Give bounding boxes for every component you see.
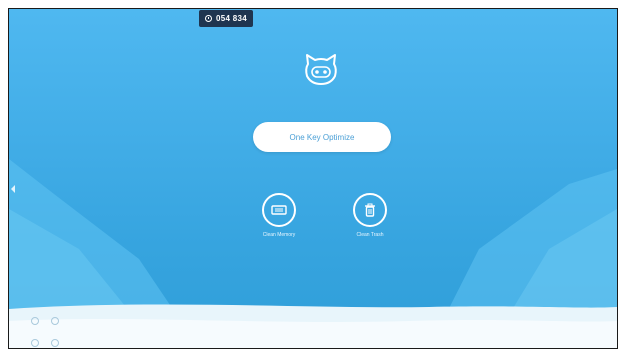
circle-icon[interactable] bbox=[51, 339, 59, 347]
cat-robot-icon bbox=[305, 54, 337, 85]
trash-icon bbox=[353, 193, 387, 227]
clean-memory-label: Clean Memory bbox=[262, 232, 296, 238]
clean-memory-button[interactable]: Clean Memory bbox=[249, 193, 309, 238]
one-key-optimize-button[interactable]: One Key Optimize bbox=[253, 122, 391, 152]
clock-icon bbox=[205, 15, 212, 22]
clean-trash-button[interactable]: Clean Trash bbox=[340, 193, 400, 238]
clean-trash-label: Clean Trash bbox=[356, 232, 384, 238]
device-id-badge: 054 834 bbox=[199, 10, 254, 27]
app-window: 054 834 One Key Optimize Clean Memory Cl… bbox=[8, 8, 618, 349]
circle-icon[interactable] bbox=[51, 317, 59, 325]
circle-icon[interactable] bbox=[31, 317, 39, 325]
side-arrow-icon[interactable] bbox=[11, 185, 15, 193]
circle-icon[interactable] bbox=[31, 339, 39, 347]
device-id-text: 054 834 bbox=[216, 14, 248, 23]
memory-chip-icon bbox=[262, 193, 296, 227]
